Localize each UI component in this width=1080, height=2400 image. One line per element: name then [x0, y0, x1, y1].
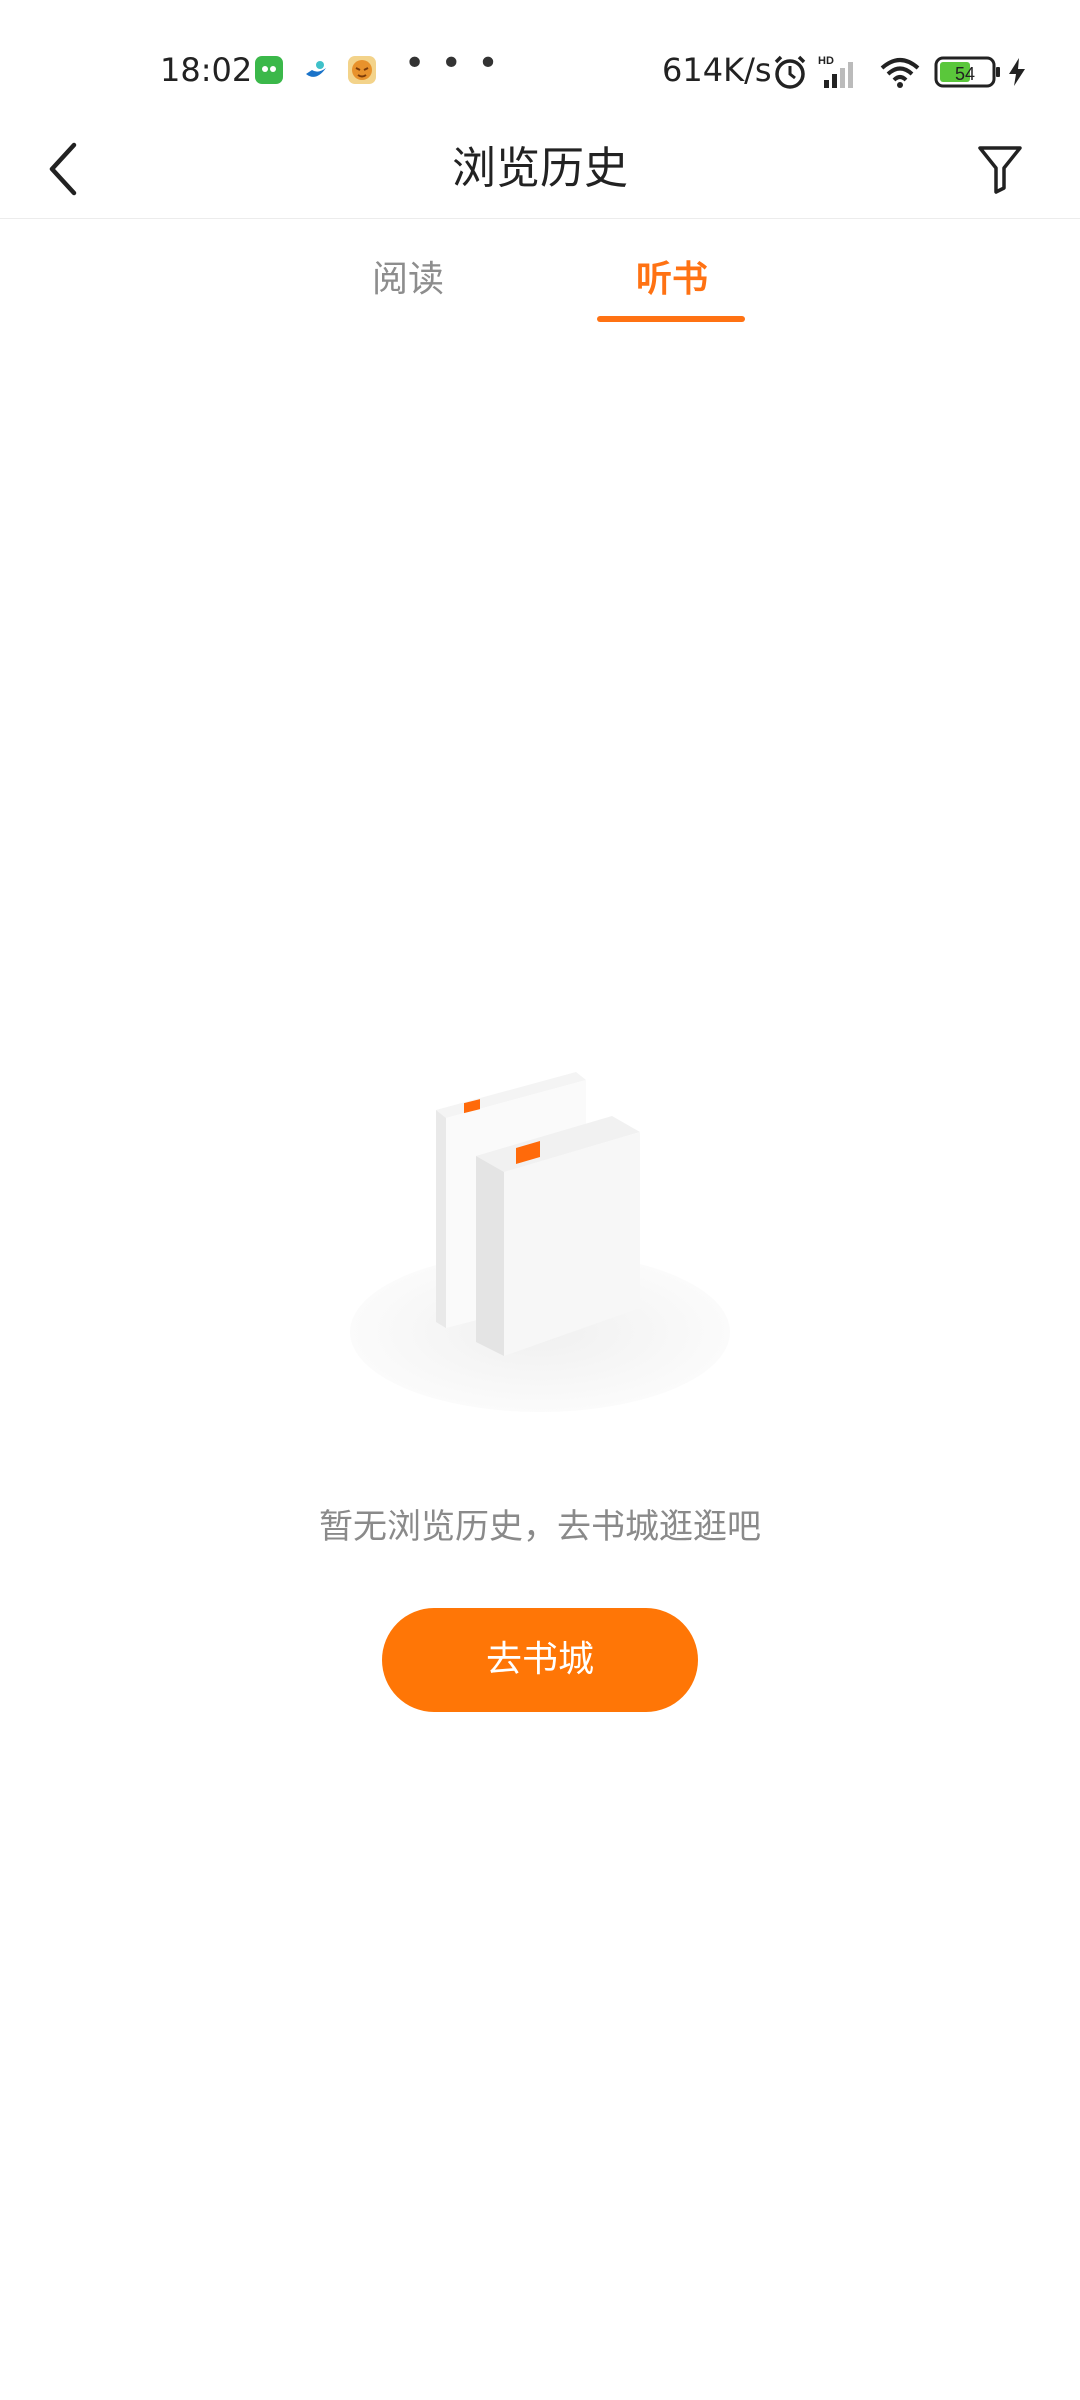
tiger-app-icon [348, 56, 376, 84]
battery-icon: 54 [934, 54, 1004, 94]
more-notifications-dots: • • • [404, 43, 501, 84]
wifi-icon [878, 52, 922, 96]
status-bar: 18:02 • • • 614K/s HD 54 [0, 0, 1080, 120]
network-speed: 614K/s [662, 51, 772, 89]
screen: 18:02 • • • 614K/s HD 54 浏览历史 阅读 听书 暂无浏览… [0, 0, 1080, 2400]
alarm-icon [770, 52, 810, 96]
tab-bar: 阅读 听书 [0, 219, 1080, 329]
app-icon [302, 56, 330, 84]
filter-button[interactable] [960, 120, 1040, 218]
wechat-icon [255, 56, 283, 84]
filter-icon [978, 146, 1022, 194]
empty-message: 暂无浏览历史，去书城逛逛吧 [319, 1507, 761, 1547]
tab-audiobooks[interactable]: 听书 [592, 255, 752, 325]
header: 浏览历史 [0, 120, 1080, 219]
page-title: 浏览历史 [452, 143, 628, 194]
books-icon [340, 1060, 740, 1420]
status-time: 18:02 [160, 51, 253, 89]
charging-icon [1006, 56, 1028, 92]
svg-text:HD: HD [818, 55, 834, 67]
tab-reading[interactable]: 阅读 [328, 255, 488, 325]
go-to-bookstore-button[interactable]: 去书城 [382, 1608, 698, 1712]
battery-level: 54 [955, 64, 975, 84]
signal-icon: HD [818, 52, 868, 96]
active-tab-indicator [597, 316, 745, 322]
